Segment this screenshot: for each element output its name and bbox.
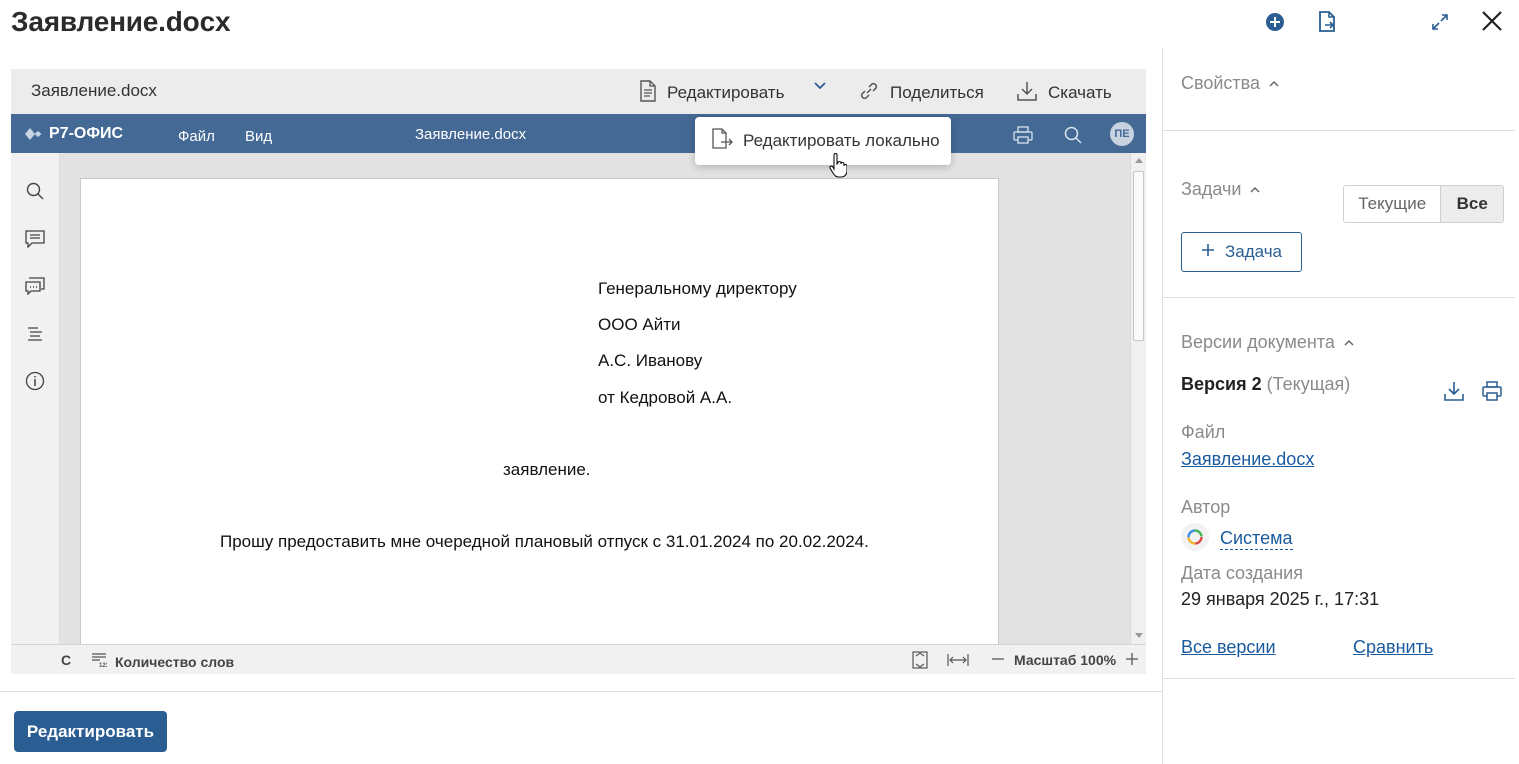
avatar[interactable]: ПЕ: [1110, 122, 1134, 146]
r7-docname: Заявление.docx: [415, 126, 527, 143]
version-name: Версия 2: [1181, 374, 1262, 394]
word-count-icon: 123: [91, 652, 110, 671]
scroll-thumb[interactable]: [1133, 171, 1144, 341]
created-value: 29 января 2025 г., 17:31: [1181, 589, 1380, 609]
zoom-out-icon[interactable]: [991, 652, 1005, 666]
scroll-up-icon[interactable]: [1135, 158, 1143, 163]
word-count-button[interactable]: 123 Количество слов: [91, 652, 234, 671]
zoom-in-icon[interactable]: [1125, 652, 1139, 666]
chat-icon[interactable]: [24, 275, 46, 297]
version-status: (Текущая): [1266, 374, 1351, 394]
share-label: Поделиться: [890, 83, 984, 102]
file-label: Файл: [1181, 422, 1226, 442]
chevron-up-icon: [1343, 332, 1355, 353]
doc-line-heading: заявление.: [503, 460, 591, 479]
edit-local-icon: [711, 127, 735, 155]
search-icon[interactable]: [1062, 124, 1084, 146]
edit-locally-menu-item[interactable]: Редактировать локально: [695, 117, 951, 165]
chevron-up-icon: [1249, 179, 1261, 200]
menu-view[interactable]: Вид: [245, 128, 272, 145]
edit-button[interactable]: Редактировать: [14, 711, 167, 752]
fit-page-icon[interactable]: [912, 651, 928, 669]
document-page: Генеральному директору ООО Айти А.С. Ива…: [80, 178, 999, 644]
document-viewer: Заявление.docx Редактировать Поделиться …: [11, 69, 1146, 674]
r7-logo: Р7-ОФИС: [25, 125, 123, 143]
info-icon[interactable]: [24, 370, 46, 392]
print-icon[interactable]: [1012, 124, 1034, 146]
vertical-scrollbar[interactable]: [1130, 153, 1146, 644]
doc-line-sender: от Кедровой А.А.: [598, 388, 733, 407]
author-link[interactable]: Система: [1220, 528, 1293, 550]
created-label: Дата создания: [1181, 563, 1303, 583]
search-icon[interactable]: [24, 180, 46, 202]
document-icon: [639, 79, 657, 107]
fit-width-icon[interactable]: [947, 653, 969, 667]
doc-line-body: Прошу предоставить мне очередной плановы…: [220, 532, 869, 551]
section-properties[interactable]: Свойства: [1181, 73, 1280, 94]
properties-title: Свойства: [1181, 73, 1261, 93]
author-label: Автор: [1181, 497, 1231, 517]
section-tasks[interactable]: Задачи: [1181, 179, 1261, 200]
divider: [1163, 297, 1515, 298]
author-avatar: [1181, 523, 1209, 551]
versions-title: Версии документа: [1181, 332, 1335, 352]
add-circle-icon[interactable]: [1263, 10, 1287, 34]
tasks-filter: Текущие Все: [1343, 185, 1504, 223]
document-canvas: Генеральному директору ООО Айти А.С. Ива…: [60, 153, 1132, 644]
chevron-up-icon: [1268, 73, 1280, 94]
viewer-header: Заявление.docx Редактировать Поделиться …: [11, 69, 1146, 114]
edit-locally-label: Редактировать локально: [743, 131, 940, 150]
doc-line-addressee-1: Генеральному директору: [598, 279, 797, 298]
add-task-button[interactable]: Задача: [1181, 232, 1302, 272]
section-versions[interactable]: Версии документа: [1181, 332, 1355, 353]
plus-icon: [1201, 242, 1215, 262]
edit-dropdown-button[interactable]: Редактировать: [639, 79, 784, 107]
download-label: Скачать: [1048, 83, 1112, 102]
menu-file[interactable]: Файл: [178, 128, 215, 145]
chevron-down-icon[interactable]: [813, 79, 829, 95]
tab-current-tasks[interactable]: Текущие: [1344, 186, 1442, 222]
tasks-title: Задачи: [1181, 179, 1242, 199]
download-version-icon[interactable]: [1443, 380, 1465, 407]
navigation-icon[interactable]: [24, 323, 46, 345]
status-bar: С 123 Количество слов Масштаб 100%: [11, 644, 1146, 674]
right-panel: Свойства Задачи Текущие Все Задача Верси…: [1162, 48, 1519, 764]
viewer-filename: Заявление.docx: [31, 81, 157, 100]
file-link[interactable]: Заявление.docx: [1181, 449, 1314, 470]
page-indicator: С: [61, 652, 72, 668]
divider: [1163, 130, 1515, 131]
compare-link[interactable]: Сравнить: [1353, 637, 1433, 658]
link-icon: [858, 80, 880, 107]
download-button[interactable]: Скачать: [1016, 79, 1112, 107]
comment-icon[interactable]: [24, 228, 46, 250]
word-count-label: Количество слов: [115, 653, 235, 670]
edit-label: Редактировать: [667, 83, 785, 102]
print-version-icon[interactable]: [1481, 380, 1503, 407]
document-export-icon[interactable]: [1315, 10, 1339, 34]
divider: [1163, 678, 1515, 679]
expand-icon[interactable]: [1428, 10, 1452, 34]
add-task-label: Задача: [1224, 242, 1283, 261]
divider: [0, 691, 1162, 692]
all-versions-link[interactable]: Все версии: [1181, 637, 1276, 658]
download-icon: [1016, 80, 1038, 107]
doc-line-addressee-3: А.С. Иванову: [598, 351, 703, 370]
hand-cursor-icon: [829, 153, 848, 179]
svg-text:123: 123: [99, 663, 107, 668]
left-rail: [11, 153, 60, 644]
share-button[interactable]: Поделиться: [858, 79, 984, 107]
close-icon[interactable]: [1480, 9, 1504, 33]
tab-all-tasks[interactable]: Все: [1441, 186, 1503, 222]
r7-toolbar: Р7-ОФИС Файл Вид Заявление.docx ПЕ: [11, 114, 1146, 153]
zoom-level: Масштаб 100%: [1014, 652, 1117, 668]
page-title: Заявление.docx: [11, 6, 231, 37]
version-title: Версия 2 (Текущая): [1181, 374, 1350, 395]
scroll-down-icon[interactable]: [1135, 633, 1143, 638]
doc-line-addressee-2: ООО Айти: [598, 315, 681, 334]
